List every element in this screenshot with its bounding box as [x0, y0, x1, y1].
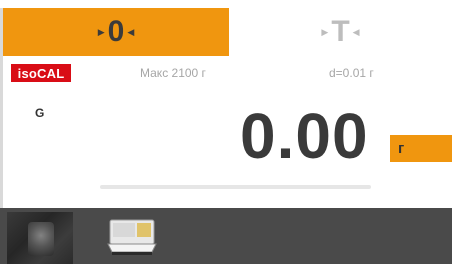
thumbnail-blur	[28, 222, 54, 256]
balance-scale-icon[interactable]	[104, 214, 160, 258]
balance-screen: ▶ 0 ◀ ▶ T ◀ isoCAL Макс 2100 г d=0.01 г …	[0, 0, 452, 264]
arrow-left-icon: ◀	[127, 26, 135, 37]
tare-button[interactable]: ▶ T ◀	[229, 8, 452, 56]
unit-button[interactable]: г	[390, 135, 452, 162]
zero-button[interactable]: ▶ 0 ◀	[3, 8, 229, 56]
gross-mode-indicator: G	[35, 106, 45, 120]
max-capacity-text: Макс 2100 г	[140, 66, 206, 80]
arrow-right-icon: ▶	[97, 26, 105, 37]
zero-label: 0	[107, 15, 125, 48]
arrow-right-icon: ▶	[321, 26, 329, 37]
capacity-bar	[100, 185, 371, 189]
readability-text: d=0.01 г	[329, 66, 374, 80]
weight-reading: 0.00	[240, 100, 369, 172]
arrow-left-icon: ◀	[352, 26, 360, 37]
isocal-badge[interactable]: isoCAL	[11, 64, 71, 82]
tare-label: T	[331, 15, 350, 48]
